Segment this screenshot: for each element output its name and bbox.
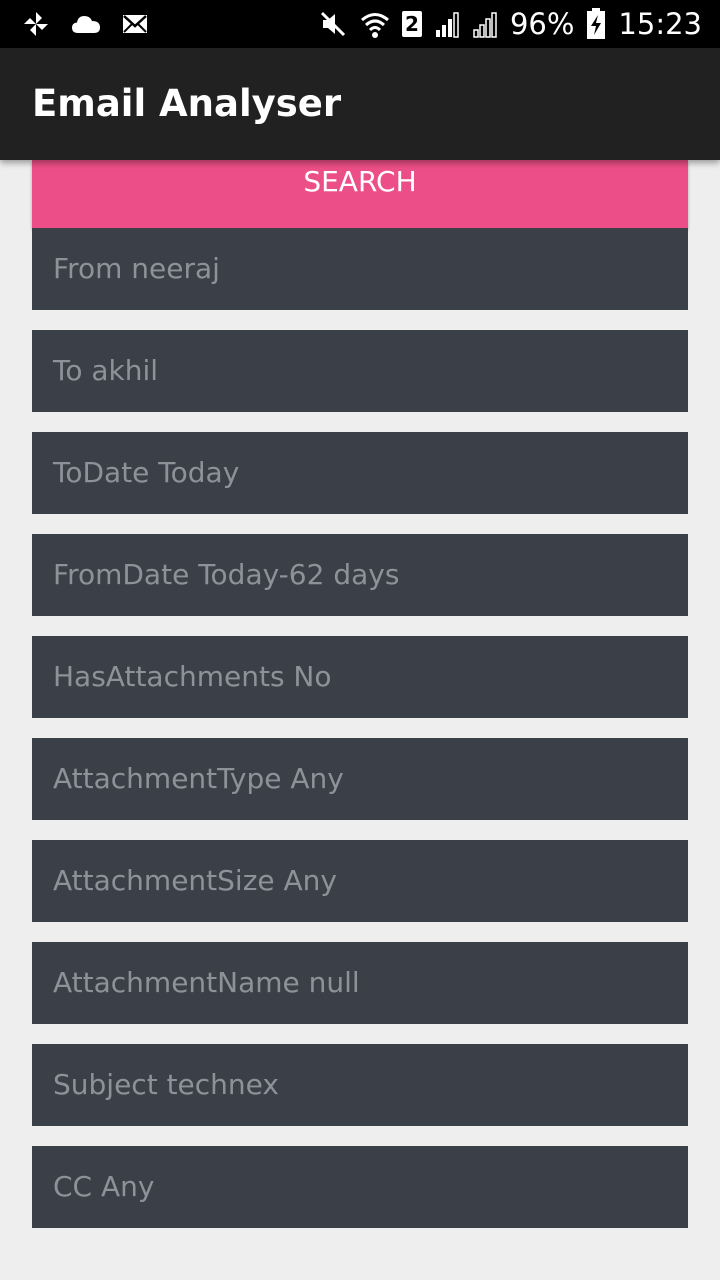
status-right-icons: 2 96% 15:23 — [318, 5, 702, 43]
subject-field[interactable]: Subject technex — [32, 1044, 688, 1126]
cc-field[interactable]: CC Any — [32, 1146, 688, 1228]
search-button[interactable]: SEARCH — [32, 160, 688, 228]
mail-icon — [122, 13, 148, 35]
status-left-icons — [22, 10, 148, 38]
has-attachments-field[interactable]: HasAttachments No — [32, 636, 688, 718]
todate-field[interactable]: ToDate Today — [32, 432, 688, 514]
mute-icon — [318, 9, 348, 39]
sim-icon: 2 — [401, 11, 422, 37]
page-title: Email Analyser — [32, 82, 342, 125]
search-form: SEARCH From neeraj To akhil ToDate Today… — [32, 160, 688, 1228]
app-bar: Email Analyser — [0, 48, 720, 160]
from-field[interactable]: From neeraj — [32, 228, 688, 310]
status-bar: 2 96% 15:23 — [0, 0, 720, 48]
signal-icon-2 — [472, 10, 498, 38]
battery-charging-icon — [586, 8, 606, 40]
battery-percentage: 96% — [509, 7, 575, 41]
attachment-size-field[interactable]: AttachmentSize Any — [32, 840, 688, 922]
to-field[interactable]: To akhil — [32, 330, 688, 412]
attachment-name-field[interactable]: AttachmentName null — [32, 942, 688, 1024]
clock: 15:23 — [618, 7, 702, 41]
signal-icon — [434, 10, 460, 38]
cloud-icon — [70, 12, 102, 36]
wifi-icon — [360, 9, 390, 39]
fromdate-field[interactable]: FromDate Today-62 days — [32, 534, 688, 616]
attachment-type-field[interactable]: AttachmentType Any — [32, 738, 688, 820]
pinwheel-icon — [22, 10, 50, 38]
